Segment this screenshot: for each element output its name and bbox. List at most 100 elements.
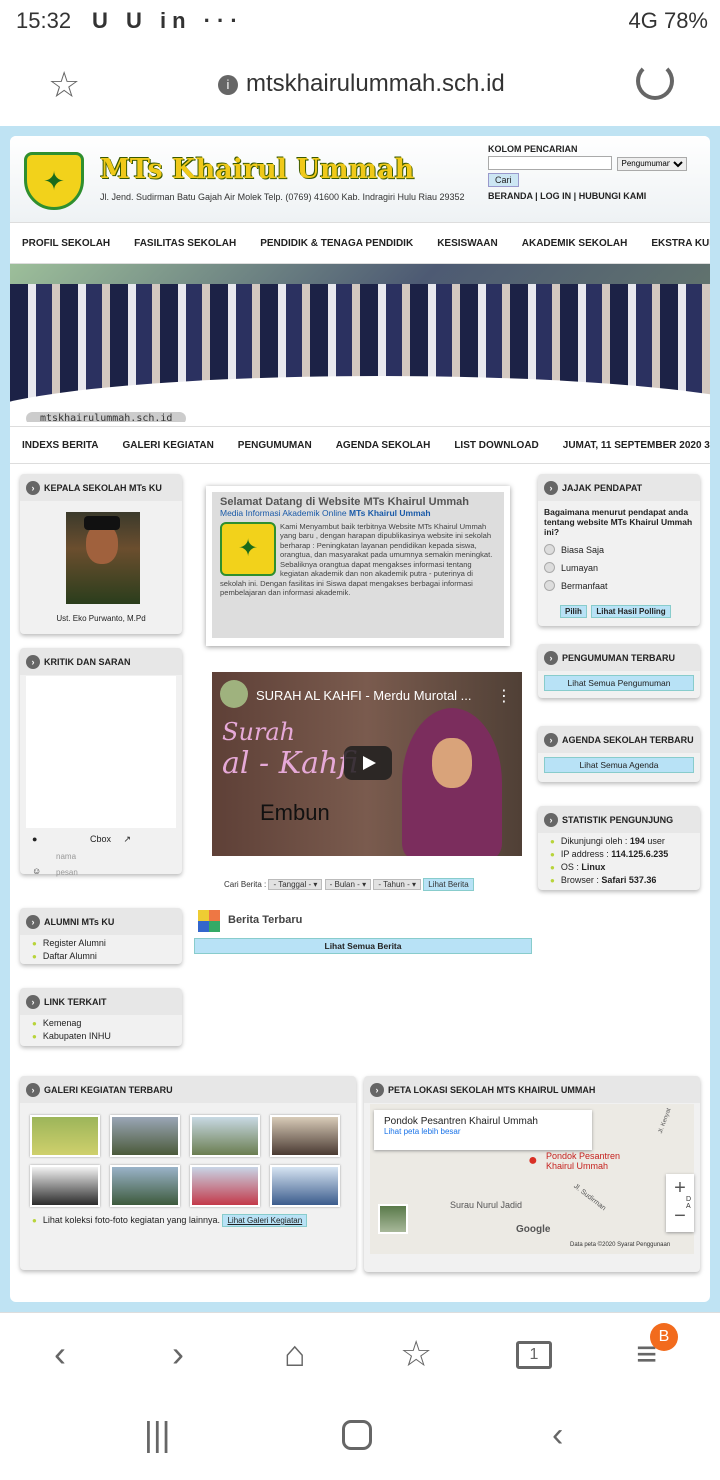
welcome-card: Selamat Datang di Website MTs Khairul Um… [206, 486, 510, 646]
search-category-select[interactable]: Pengumuman [616, 156, 687, 171]
lihat-agenda-button[interactable]: Lihat Semua Agenda [544, 757, 694, 773]
notification-icons: U U in ··· [92, 8, 244, 33]
map-pin-icon[interactable]: ● [528, 1152, 538, 1170]
back-icon[interactable]: ‹ [54, 1333, 66, 1375]
search-label: KOLOM PENCARIAN [488, 144, 578, 154]
gallery-thumb[interactable] [30, 1115, 100, 1157]
statistik-box: ›STATISTIK PENGUNJUNG Dikunjungi oleh : … [538, 806, 700, 890]
recent-apps-icon[interactable]: ||| [144, 1416, 171, 1455]
galeri-note: Lihat koleksi foto-foto kegiatan yang la… [32, 1214, 356, 1227]
video-overlay-text: Surah [222, 718, 296, 746]
arrow-icon: › [544, 481, 558, 495]
nav-profil[interactable]: PROFIL SEKOLAH [10, 238, 122, 249]
tabs-icon[interactable]: 1 [516, 1341, 552, 1369]
forward-icon[interactable]: › [172, 1333, 184, 1375]
cari-berita-label: Cari Berita : [224, 880, 267, 889]
gallery-thumb[interactable] [270, 1165, 340, 1207]
agenda-title: › AGENDA SEKOLAH TERBARU [538, 726, 700, 753]
school-logo-icon[interactable]: ✦ [24, 152, 84, 210]
alumni-daftar-link[interactable]: Daftar Alumni [32, 951, 182, 961]
nav-kesiswaan[interactable]: KESISWAAN [425, 238, 510, 249]
external-link-icon[interactable]: ↗ [123, 834, 131, 844]
gallery-thumb[interactable] [190, 1115, 260, 1157]
banner-domain: mtskhairulummah.sch.id [26, 412, 187, 422]
youtube-video[interactable]: SURAH AL KAHFI - Merdu Murotal ... ⋮ Sur… [212, 672, 522, 856]
hasil-polling-button[interactable]: Lihat Hasil Polling [591, 605, 671, 618]
map-pin-label: Pondok Pesantren Khairul Ummah [546, 1151, 621, 1171]
system-back-icon[interactable]: ‹ [552, 1416, 563, 1455]
subnav-galeri[interactable]: GALERI KEGIATAN [111, 440, 226, 451]
poll-option[interactable]: Bermanfaat [544, 580, 700, 591]
home-button-icon[interactable] [342, 1420, 372, 1450]
bookmarks-icon[interactable]: ☆ [400, 1333, 432, 1375]
link-inhu[interactable]: Kabupaten INHU [32, 1031, 182, 1041]
kepala-box: › KEPALA SEKOLAH MTs KU Ust. Eko Purwanto… [20, 474, 182, 634]
cbox-pesan-input[interactable]: pesan [56, 868, 78, 877]
lihat-berita-button[interactable]: Lihat Berita [423, 878, 474, 891]
nav-fasilitas[interactable]: FASILITAS SEKOLAH [122, 238, 248, 249]
smiley-icon[interactable]: ☺ [32, 866, 41, 876]
subnav-download[interactable]: LIST DOWNLOAD [442, 440, 550, 451]
gallery-thumb[interactable] [110, 1165, 180, 1207]
stat-ip: IP address : 114.125.6.235 [550, 849, 700, 859]
video-menu-icon[interactable]: ⋮ [496, 686, 512, 706]
link-kemenag[interactable]: Kemenag [32, 1018, 182, 1028]
search-input[interactable] [488, 156, 612, 170]
video-title[interactable]: SURAH AL KAHFI - Merdu Murotal ... [256, 688, 472, 703]
galeri-grid [20, 1103, 356, 1211]
principal-photo [66, 512, 140, 604]
gallery-thumb[interactable] [30, 1165, 100, 1207]
arrow-icon: › [26, 915, 40, 929]
status-right: 4G 78% [628, 8, 709, 33]
video-thumbnail-person [402, 708, 502, 856]
nav-pendidik[interactable]: PENDIDIK & TENAGA PENDIDIK [248, 238, 425, 249]
subnav-indexs-berita[interactable]: INDEXS BERITA [10, 440, 111, 451]
alumni-register-link[interactable]: Register Alumni [32, 938, 182, 948]
map-satellite-toggle[interactable] [378, 1204, 408, 1234]
tanggal-select[interactable]: - Tanggal - ▾ [268, 879, 323, 890]
lihat-pengumuman-button[interactable]: Lihat Semua Pengumuman [544, 675, 694, 691]
user-icon: ● [32, 834, 38, 844]
welcome-title: Selamat Datang di Website MTs Khairul Um… [220, 496, 469, 508]
nav-ekstra[interactable]: EKSTRA KURIKULER [639, 238, 710, 249]
poll-option[interactable]: Lumayan [544, 562, 700, 573]
tahun-select[interactable]: - Tahun - ▾ [373, 879, 422, 890]
kepala-title: › KEPALA SEKOLAH MTs KU [20, 474, 182, 501]
jajak-box: › JAJAK PENDAPAT Bagaimana menurut pendap… [538, 474, 700, 626]
map-credit[interactable]: Data peta ©2020 Syarat Penggunaan [570, 1242, 670, 1248]
cbox-messages[interactable] [26, 676, 176, 828]
subnav-agenda[interactable]: AGENDA SEKOLAH [324, 440, 443, 451]
lihat-galeri-link[interactable]: Lihat Galeri Kegiatan [222, 1214, 308, 1227]
home-icon[interactable]: ⌂ [284, 1333, 306, 1375]
bulan-select[interactable]: - Bulan - ▾ [324, 879, 372, 890]
gallery-thumb[interactable] [110, 1115, 180, 1157]
cbox-label[interactable]: Cbox [90, 834, 111, 844]
lihat-semua-berita-button[interactable]: Lihat Semua Berita [194, 938, 532, 954]
search-button[interactable]: Cari [488, 172, 519, 187]
stat-os: OS : Linux [550, 862, 700, 872]
galeri-box: ›GALERI KEGIATAN TERBARU Lihat koleksi f… [20, 1076, 356, 1270]
map-place-name: Pondok Pesantren Khairul Ummah [384, 1116, 538, 1127]
subnav-date: JUMAT, 11 SEPTEMBER 2020 3:32:42 PM [562, 439, 710, 451]
browser-bottom-bar: ‹ › ⌂ ☆ 1 ≡ B [0, 1312, 720, 1398]
gallery-thumb[interactable] [190, 1165, 260, 1207]
map-edge-label: D A [686, 1196, 692, 1210]
pilih-button[interactable]: Pilih [560, 605, 587, 618]
reload-icon[interactable] [636, 62, 674, 100]
cbox-nama-input[interactable]: nama [56, 852, 76, 861]
google-map[interactable]: Pondok Pesantren Khairul Ummah Lihat pet… [370, 1104, 694, 1254]
bookmark-star-icon[interactable]: ☆ [48, 64, 80, 106]
jajak-question: Bagaimana menurut pendapat anda tentang … [544, 507, 693, 537]
top-links[interactable]: BERANDA | LOG IN | HUBUNGI KAMI [488, 191, 698, 201]
gallery-thumb[interactable] [270, 1115, 340, 1157]
nav-akademik[interactable]: AKADEMIK SEKOLAH [510, 238, 640, 249]
url-text[interactable]: i mtskhairulummah.sch.id [218, 70, 505, 98]
subnav-pengumuman[interactable]: PENGUMUMAN [226, 440, 324, 451]
map-bigger-link[interactable]: Lihat peta lebih besar [384, 1127, 582, 1136]
poll-option[interactable]: Biasa Saja [544, 544, 700, 555]
site-brand[interactable]: MTs Khairul Ummah [100, 154, 414, 185]
play-button-icon[interactable] [344, 746, 392, 780]
video-overlay-text-2: al - Kahfi [222, 746, 359, 781]
channel-avatar[interactable] [220, 680, 248, 708]
info-icon[interactable]: i [218, 75, 238, 95]
